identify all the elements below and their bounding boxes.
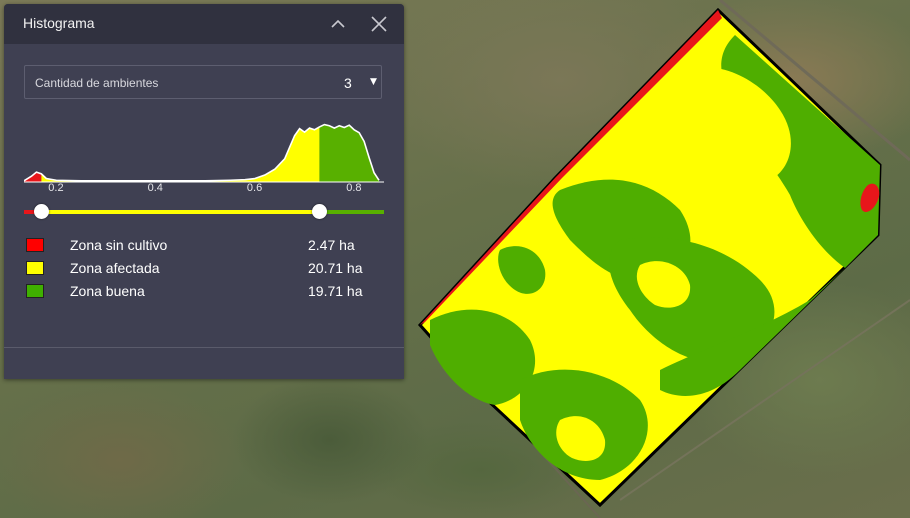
- legend-swatch: [26, 261, 44, 275]
- tick-label: 0.4: [147, 182, 163, 194]
- legend-row: Zona afectada 20.71 ha: [26, 260, 366, 278]
- close-button[interactable]: [367, 12, 391, 36]
- histogram-fill-green: [319, 124, 380, 182]
- legend-name: Zona sin cultivo: [70, 237, 168, 253]
- select-value: 3: [344, 75, 352, 91]
- histogram-chart: [24, 123, 384, 183]
- range-slider[interactable]: [24, 204, 384, 220]
- legend-row: Zona sin cultivo 2.47 ha: [26, 237, 366, 255]
- legend-area: 19.71 ha: [308, 283, 363, 299]
- histogram-panel: Histograma Cantidad de ambientes 3 ▼ 0.2…: [4, 4, 404, 379]
- legend-area: 20.71 ha: [308, 260, 363, 276]
- select-label: Cantidad de ambientes: [35, 76, 159, 90]
- legend-area: 2.47 ha: [308, 237, 355, 253]
- panel-title: Histograma: [23, 15, 95, 31]
- slider-thumb-high[interactable]: [311, 204, 327, 219]
- tick-label: 0.8: [346, 182, 362, 194]
- slider-segment-green: [319, 210, 384, 214]
- legend-name: Zona afectada: [70, 260, 160, 276]
- legend-name: Zona buena: [70, 283, 145, 299]
- collapse-button[interactable]: [326, 12, 350, 36]
- legend-row: Zona buena 19.71 ha: [26, 283, 366, 301]
- environment-count-select[interactable]: Cantidad de ambientes 3 ▼: [24, 65, 382, 99]
- histogram-fill-yellow: [41, 126, 320, 182]
- slider-thumb-low[interactable]: [33, 204, 49, 219]
- slider-segment-yellow: [41, 210, 320, 214]
- tick-label: 0.2: [48, 182, 64, 194]
- tick-label: 0.6: [246, 182, 263, 194]
- legend-swatch: [26, 284, 44, 298]
- chevron-up-icon: [331, 19, 345, 28]
- panel-divider: [4, 347, 404, 348]
- caret-down-icon: ▼: [370, 77, 377, 87]
- legend-swatch: [26, 238, 44, 252]
- panel-header: Histograma: [4, 4, 404, 44]
- close-icon: [371, 16, 387, 32]
